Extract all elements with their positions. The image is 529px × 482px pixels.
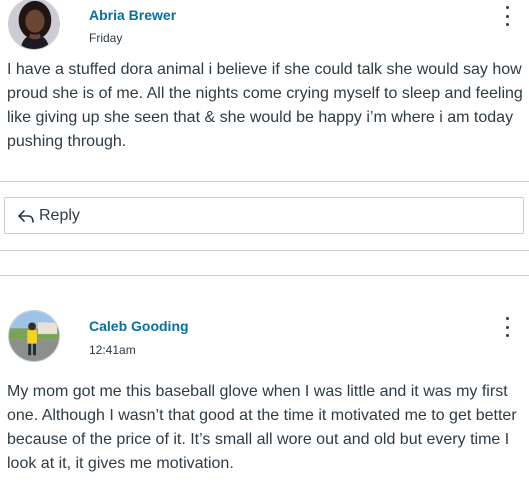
user-photo-icon bbox=[9, 311, 59, 361]
divider bbox=[0, 275, 529, 276]
more-options-icon[interactable] bbox=[503, 317, 511, 337]
post-message: I have a stuffed dora animal i believe i… bbox=[7, 61, 523, 150]
avatar[interactable] bbox=[8, 0, 60, 50]
divider bbox=[0, 181, 529, 182]
reply-label: Reply bbox=[39, 206, 80, 224]
more-options-icon[interactable] bbox=[503, 6, 511, 26]
post-timestamp: 12:41am bbox=[89, 343, 136, 357]
discussion-thread: Abria Brewer Friday I have a stuffed dor… bbox=[0, 0, 529, 482]
reply-button[interactable]: Reply bbox=[4, 197, 524, 234]
author-name-link[interactable]: Caleb Gooding bbox=[89, 318, 189, 334]
reply-arrow-icon bbox=[17, 208, 35, 224]
post-timestamp: Friday bbox=[89, 31, 123, 45]
author-name-link[interactable]: Abria Brewer bbox=[89, 7, 176, 23]
user-photo-icon bbox=[9, 0, 59, 49]
avatar[interactable] bbox=[8, 310, 60, 362]
divider bbox=[0, 250, 529, 251]
post-message: My mom got me this baseball glove when I… bbox=[7, 383, 517, 472]
